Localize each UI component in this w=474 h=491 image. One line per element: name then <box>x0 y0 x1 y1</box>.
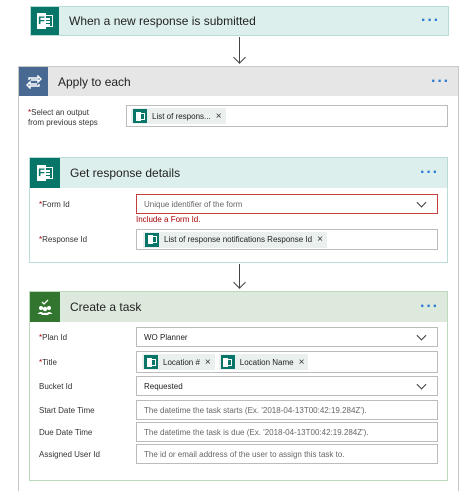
bucket-id-label: Bucket Id <box>39 382 73 391</box>
title-field[interactable]: Location # × Location Name × <box>136 351 438 373</box>
chevron-down-icon[interactable] <box>416 197 427 208</box>
chevron-down-icon[interactable] <box>416 330 427 341</box>
bucket-id-dropdown[interactable]: Requested <box>136 376 438 396</box>
assigned-user-label: Assigned User Id <box>39 450 100 459</box>
create-task-menu-button[interactable]: ··· <box>420 298 439 316</box>
trigger-title: When a new response is submitted <box>69 14 256 28</box>
create-task-header[interactable]: Create a task ··· <box>30 292 447 322</box>
select-output-field[interactable]: List of respons... × <box>126 105 448 127</box>
forms-icon <box>145 232 159 247</box>
bucket-id-value: Requested <box>144 381 183 391</box>
forms-icon <box>133 109 147 123</box>
form-id-dropdown[interactable]: Unique identifier of the form <box>136 194 438 214</box>
assigned-user-input[interactable]: The id or email address of the user to a… <box>136 444 438 464</box>
remove-token-icon[interactable]: × <box>317 234 323 245</box>
token-chip[interactable]: List of respons... × <box>131 108 226 124</box>
title-label: *Title <box>39 358 57 367</box>
forms-icon <box>220 355 235 369</box>
select-output-label: *Select an output from previous steps <box>28 108 98 127</box>
apply-each-header[interactable]: Apply to each ··· <box>19 67 458 96</box>
forms-icon <box>144 355 158 369</box>
plan-id-value: WO Planner <box>144 332 188 342</box>
chevron-down-icon[interactable] <box>416 379 427 390</box>
remove-token-icon[interactable]: × <box>205 357 211 368</box>
trigger-card: F When a new response is submitted ··· <box>30 6 449 36</box>
form-id-label: *Form Id <box>39 200 70 209</box>
due-date-label: Due Date Time <box>39 428 93 437</box>
create-task-title: Create a task <box>70 300 142 314</box>
get-response-details-menu-button[interactable]: ··· <box>420 164 439 182</box>
response-id-field[interactable]: List of response notifications Response … <box>136 229 438 250</box>
start-date-input[interactable]: The datetime the task starts (Ex. '2018-… <box>136 400 438 420</box>
due-date-input[interactable]: The datetime the task is due (Ex. '2018-… <box>136 422 438 442</box>
token-chip[interactable]: Location Name × <box>218 354 309 370</box>
trigger-header[interactable]: F When a new response is submitted ··· <box>31 7 448 35</box>
trigger-menu-button[interactable]: ··· <box>421 12 440 30</box>
form-id-placeholder: Unique identifier of the form <box>144 199 243 209</box>
start-date-label: Start Date Time <box>39 406 95 415</box>
get-response-details-header[interactable]: F Get response details ··· <box>30 158 447 188</box>
forms-icon: F <box>31 7 59 35</box>
plan-id-dropdown[interactable]: WO Planner <box>136 327 438 347</box>
response-id-label: *Response Id <box>39 235 88 244</box>
loop-icon <box>19 67 48 96</box>
get-response-details-title: Get response details <box>70 166 181 180</box>
plan-id-label: *Plan Id <box>39 333 68 342</box>
token-chip[interactable]: Location # × <box>142 354 215 370</box>
planner-icon <box>30 292 60 322</box>
remove-token-icon[interactable]: × <box>216 111 222 122</box>
forms-icon: F <box>30 158 60 188</box>
apply-each-menu-button[interactable]: ··· <box>431 73 450 91</box>
token-chip[interactable]: List of response notifications Response … <box>143 231 327 248</box>
remove-token-icon[interactable]: × <box>299 357 305 368</box>
connector-arrow-icon <box>233 51 246 64</box>
form-id-error: Include a Form Id. <box>136 215 201 224</box>
apply-each-title: Apply to each <box>58 74 131 89</box>
